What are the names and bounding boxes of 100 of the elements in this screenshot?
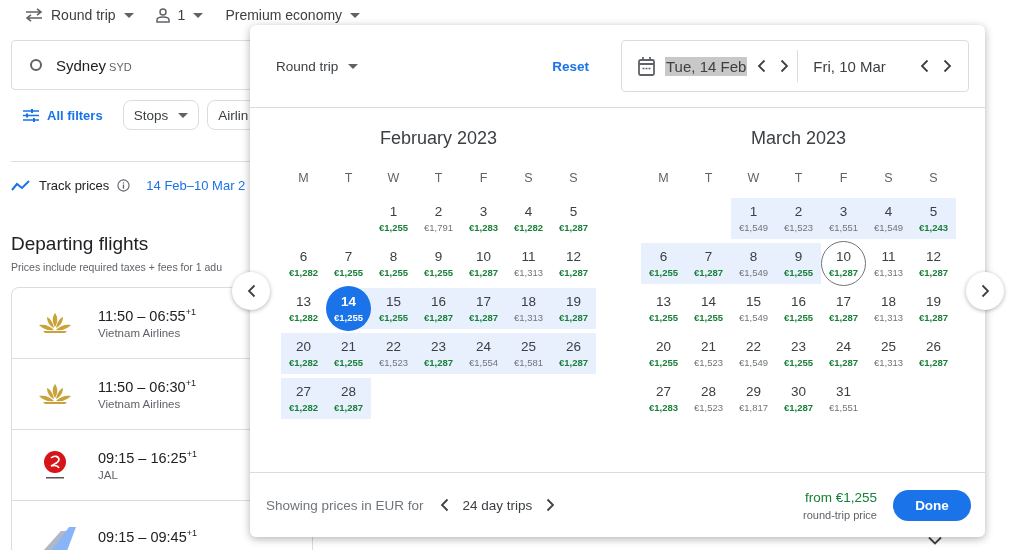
weekday-label: T <box>793 171 804 185</box>
calendar-day[interactable]: 24 €1,287 <box>821 331 866 376</box>
calendar-day[interactable]: 9 €1,255 <box>416 241 461 286</box>
calendar-day[interactable]: 17 €1,287 <box>461 286 506 331</box>
weekday-label: M <box>657 171 670 185</box>
calendar-icon <box>638 56 655 76</box>
calendar-day[interactable]: 25 €1,581 <box>506 331 551 376</box>
next-icon[interactable] <box>546 498 556 512</box>
calendar-day[interactable]: 6 €1,255 <box>641 241 686 286</box>
calendar-day[interactable]: 28 €1,523 <box>686 376 731 421</box>
track-prices-label: Track prices <box>39 178 110 193</box>
calendar-day[interactable]: 27 €1,283 <box>641 376 686 421</box>
calendar-day[interactable]: 5 €1,243 <box>911 196 956 241</box>
calendar-day[interactable]: 29 €1,817 <box>731 376 776 421</box>
calendar-day[interactable]: 4 €1,549 <box>866 196 911 241</box>
calendar-day[interactable]: 20 €1,255 <box>641 331 686 376</box>
previous-date-icon[interactable] <box>920 59 929 73</box>
calendar-day[interactable]: 7 €1,255 <box>326 241 371 286</box>
calendar-day[interactable]: 12 €1,287 <box>911 241 956 286</box>
calendar-day[interactable]: 16 €1,287 <box>416 286 461 331</box>
caret-icon <box>350 12 361 18</box>
passengers-dropdown[interactable]: 1 <box>149 7 210 23</box>
month-title: February 2023 <box>378 128 499 150</box>
tracked-dates[interactable]: 14 Feb–10 Mar 2 <box>146 178 246 193</box>
previous-date-icon[interactable] <box>757 59 767 73</box>
calendar-day[interactable]: 17 €1,287 <box>821 286 866 331</box>
calendar-day[interactable]: 7 €1,287 <box>686 241 731 286</box>
cabin-class-dropdown[interactable]: Premium economy <box>219 7 367 23</box>
calendar-day[interactable]: 19 €1,287 <box>551 286 596 331</box>
calendar-day[interactable]: 28 €1,287 <box>326 376 371 421</box>
calendar-day[interactable]: 23 €1,287 <box>416 331 461 376</box>
caret-icon <box>193 12 204 18</box>
weekday-label: T <box>703 171 714 185</box>
reset-button[interactable]: Reset <box>546 57 595 75</box>
weekday-label: S <box>928 171 939 185</box>
next-date-icon[interactable] <box>780 59 790 73</box>
weekday-label: S <box>568 171 579 185</box>
calendar-day[interactable]: 8 €1,255 <box>371 241 416 286</box>
calendar-day[interactable]: 5 €1,287 <box>551 196 596 241</box>
person-icon <box>155 7 170 23</box>
calendar-day[interactable]: 13 €1,282 <box>281 286 326 331</box>
airline-name: Vietnam Airlines <box>98 398 182 411</box>
previous-month-button[interactable] <box>232 272 270 310</box>
caret-icon <box>178 112 189 118</box>
calendar-day[interactable]: 12 €1,287 <box>551 241 596 286</box>
calendar-day[interactable]: 1 €1,255 <box>371 196 416 241</box>
calendar-day[interactable]: 22 €1,549 <box>731 331 776 376</box>
calendar-day[interactable]: 4 €1,282 <box>506 196 551 241</box>
airline-name: Vietnam Airlines <box>98 327 182 340</box>
calendar-day[interactable]: 11 €1,313 <box>506 241 551 286</box>
date-field[interactable]: Tue, 14 Feb <box>665 56 748 76</box>
calendar-day[interactable]: 30 €1,287 <box>776 376 821 421</box>
weekday-label: S <box>523 171 534 185</box>
calendar-day[interactable]: 20 €1,282 <box>281 331 326 376</box>
calendar-day[interactable]: 8 €1,549 <box>731 241 776 286</box>
trip-type-dropdown[interactable]: Round trip <box>19 7 140 23</box>
calendar-day[interactable]: 18 €1,313 <box>506 286 551 331</box>
calendar-day[interactable]: 3 €1,551 <box>821 196 866 241</box>
chevron-right-icon[interactable] <box>980 284 990 298</box>
next-date-icon[interactable] <box>943 59 952 73</box>
filter-chip[interactable]: Stops <box>122 100 200 130</box>
chevron-left-icon[interactable] <box>246 284 256 298</box>
calendar-day[interactable]: 13 €1,255 <box>641 286 686 331</box>
calendar-day[interactable]: 16 €1,255 <box>776 286 821 331</box>
calendar-day[interactable]: 19 €1,287 <box>911 286 956 331</box>
calendar-day[interactable]: 15 €1,549 <box>731 286 776 331</box>
calendar-day[interactable]: 2 €1,523 <box>776 196 821 241</box>
calendar-day[interactable]: 24 €1,554 <box>461 331 506 376</box>
calendar-day[interactable]: 26 €1,287 <box>551 331 596 376</box>
calendar-day[interactable]: 2 €1,791 <box>416 196 461 241</box>
calendar-day[interactable]: 21 €1,255 <box>326 331 371 376</box>
calendar-day[interactable]: 23 €1,255 <box>776 331 821 376</box>
caret-icon <box>348 63 359 69</box>
weekday-label: F <box>838 171 849 185</box>
calendar-day[interactable]: 26 €1,287 <box>911 331 956 376</box>
calendar-day[interactable]: 31 €1,551 <box>821 376 866 421</box>
section-subtitle: Prices include required taxes + fees for 1 adu <box>11 261 223 273</box>
done-button[interactable]: Done <box>893 489 971 521</box>
calendar-day[interactable]: 11 €1,313 <box>866 241 911 286</box>
next-month-button[interactable] <box>966 272 1004 310</box>
calendar-day[interactable]: 10 €1,287 <box>461 241 506 286</box>
calendar-day[interactable]: 9 €1,255 <box>776 241 821 286</box>
date-field[interactable]: Fri, 10 Mar <box>812 56 887 76</box>
info-icon <box>117 179 131 192</box>
calendar-day[interactable]: 21 €1,523 <box>686 331 731 376</box>
all-filters-button[interactable]: All filters <box>11 100 115 130</box>
calendar-day[interactable]: 6 €1,282 <box>281 241 326 286</box>
calendar-day[interactable]: 3 €1,283 <box>461 196 506 241</box>
calendar-day[interactable]: 15 €1,255 <box>371 286 416 331</box>
calendar-day[interactable]: 18 €1,313 <box>866 286 911 331</box>
calendar-day[interactable]: 1 €1,549 <box>731 196 776 241</box>
calendar-day[interactable]: 22 €1,523 <box>371 331 416 376</box>
lotus-logo-icon <box>38 383 72 405</box>
calendar-day[interactable]: 14 €1,255 <box>326 286 371 331</box>
calendar-day[interactable]: 25 €1,313 <box>866 331 911 376</box>
calendar-day[interactable]: 14 €1,255 <box>686 286 731 331</box>
previous-icon[interactable] <box>439 498 449 512</box>
calendar-day[interactable]: 27 €1,282 <box>281 376 326 421</box>
currency-note: Showing prices in EUR for <box>266 497 424 513</box>
flight-times: 09:15 – 09:45$^{+1}$ <box>98 527 197 545</box>
